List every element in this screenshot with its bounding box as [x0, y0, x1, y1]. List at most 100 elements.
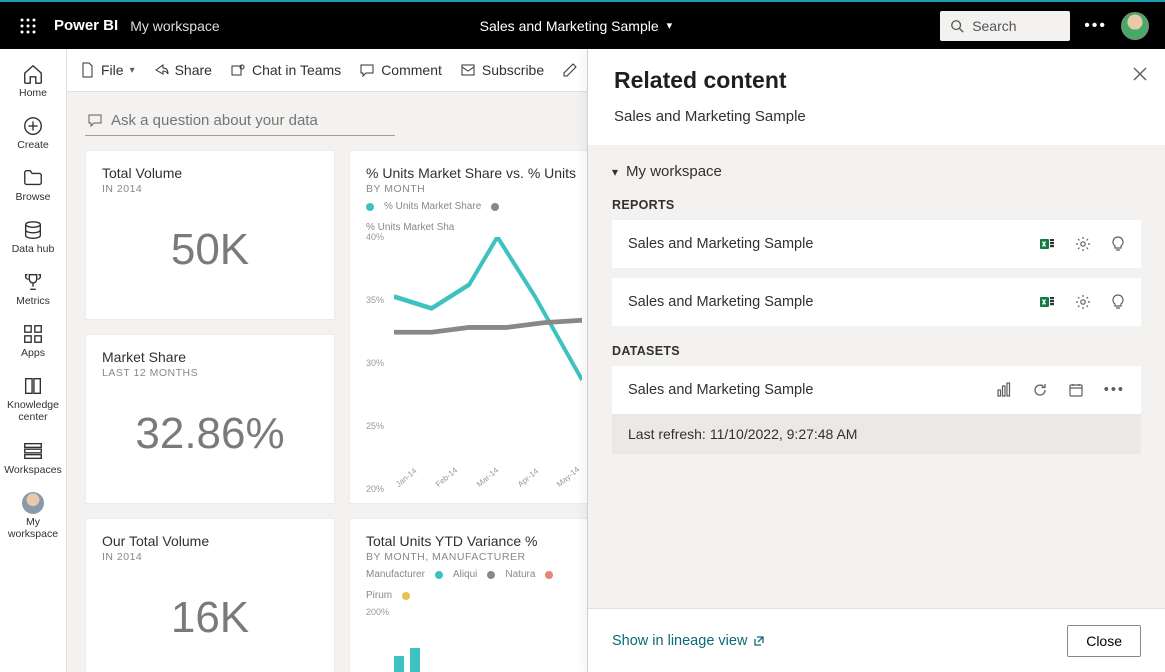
- search-placeholder: Search: [972, 18, 1016, 34]
- last-refresh-label: Last refresh:: [628, 426, 706, 442]
- nav-label: Create: [17, 139, 49, 151]
- reports-section-label: REPORTS: [612, 198, 1141, 212]
- book-icon: [22, 375, 44, 397]
- nav-label: Metrics: [16, 295, 50, 307]
- file-menu[interactable]: File ▾: [79, 62, 135, 78]
- chevron-down-icon[interactable]: ▾: [667, 19, 673, 32]
- analyze-excel-icon[interactable]: [1039, 294, 1055, 310]
- legend-dot-icon: [487, 571, 495, 579]
- more-icon[interactable]: •••: [1084, 17, 1107, 35]
- line-chart: [394, 237, 582, 475]
- comment-button[interactable]: Comment: [359, 62, 442, 78]
- file-icon: [79, 62, 95, 78]
- cmd-label: Chat in Teams: [252, 62, 341, 78]
- tile-total-volume[interactable]: Total Volume IN 2014 50K: [85, 150, 335, 320]
- nav-create[interactable]: Create: [3, 109, 63, 157]
- insights-icon[interactable]: [1111, 236, 1125, 252]
- pencil-icon: [562, 62, 578, 78]
- y-tick: 35%: [366, 295, 384, 305]
- y-tick: 200%: [366, 607, 582, 617]
- tile-subtitle: IN 2014: [102, 551, 318, 563]
- nav-label: My workspace: [3, 516, 63, 540]
- legend-label: Aliqui: [453, 569, 477, 580]
- analyze-excel-icon[interactable]: [1039, 236, 1055, 252]
- avatar-icon: [22, 492, 44, 514]
- tile-variance-chart[interactable]: Total Units YTD Variance % BY MONTH, MAN…: [349, 518, 599, 672]
- legend-dot-icon: [366, 203, 374, 211]
- subscribe-icon: [460, 62, 476, 78]
- subscribe-button[interactable]: Subscribe: [460, 62, 544, 78]
- more-icon[interactable]: •••: [1104, 382, 1125, 398]
- workspace-group-toggle[interactable]: ▾ My workspace: [612, 163, 1141, 180]
- related-report-item[interactable]: Sales and Marketing Sample: [612, 220, 1141, 268]
- close-button[interactable]: Close: [1067, 625, 1141, 657]
- nav-label: Apps: [21, 347, 45, 359]
- related-report-item[interactable]: Sales and Marketing Sample: [612, 278, 1141, 326]
- topbar: Power BI My workspace Sales and Marketin…: [0, 0, 1165, 49]
- chat-teams-button[interactable]: Chat in Teams: [230, 62, 341, 78]
- bar: [410, 648, 420, 672]
- workspace-breadcrumb[interactable]: My workspace: [130, 18, 219, 34]
- lineage-link[interactable]: Show in lineage view: [612, 633, 765, 649]
- x-axis: Jan-14 Feb-14 Mar-14 Apr-14 May-14: [394, 482, 582, 491]
- nav-metrics[interactable]: Metrics: [3, 265, 63, 313]
- share-button[interactable]: Share: [153, 62, 212, 78]
- close-icon[interactable]: [1133, 67, 1147, 86]
- search-icon: [950, 19, 964, 33]
- search-input[interactable]: Search: [940, 11, 1070, 41]
- cmd-label: Subscribe: [482, 62, 544, 78]
- related-dataset-item[interactable]: Sales and Marketing Sample •••: [612, 366, 1141, 414]
- legend-title: Manufacturer: [366, 569, 425, 580]
- edit-button[interactable]: [562, 62, 578, 78]
- qna-input[interactable]: [85, 106, 395, 136]
- trophy-icon: [22, 271, 44, 293]
- tile-value: 32.86%: [102, 379, 318, 489]
- refresh-icon[interactable]: [1032, 382, 1048, 398]
- cmd-label: File: [101, 62, 124, 78]
- bar: [394, 656, 404, 672]
- database-icon: [22, 219, 44, 241]
- teams-icon: [230, 62, 246, 78]
- waffle-icon[interactable]: [8, 18, 48, 34]
- related-content-panel: Related content Sales and Marketing Samp…: [587, 49, 1165, 672]
- apps-icon: [22, 323, 44, 345]
- tile-value: 50K: [102, 195, 318, 305]
- chevron-down-icon: ▾: [130, 65, 135, 76]
- home-icon: [22, 63, 44, 85]
- last-refresh-row: Last refresh: 11/10/2022, 9:27:48 AM: [612, 414, 1141, 454]
- brand: Power BI: [54, 17, 118, 34]
- y-tick: 40%: [366, 232, 384, 242]
- legend-dot-icon: [491, 203, 499, 211]
- nav-label: Knowledge center: [3, 399, 63, 423]
- tile-our-volume[interactable]: Our Total Volume IN 2014 16K: [85, 518, 335, 672]
- nav-label: Browse: [15, 191, 50, 203]
- nav-workspaces[interactable]: Workspaces: [3, 434, 63, 482]
- schedule-refresh-icon[interactable]: [1068, 382, 1084, 398]
- legend-dot-icon: [435, 571, 443, 579]
- bar-chart: [366, 617, 582, 672]
- nav-knowledge[interactable]: Knowledge center: [3, 369, 63, 429]
- page-title[interactable]: Sales and Marketing Sample: [480, 18, 659, 34]
- last-refresh-value: 11/10/2022, 9:27:48 AM: [710, 426, 858, 442]
- tile-market-share[interactable]: Market Share LAST 12 MONTHS 32.86%: [85, 334, 335, 504]
- nav-home[interactable]: Home: [3, 57, 63, 105]
- qna-icon: [87, 112, 103, 133]
- nav-browse[interactable]: Browse: [3, 161, 63, 209]
- settings-icon[interactable]: [1075, 294, 1091, 310]
- related-item-name: Sales and Marketing Sample: [628, 294, 813, 310]
- avatar[interactable]: [1121, 12, 1149, 40]
- nav-apps[interactable]: Apps: [3, 317, 63, 365]
- insights-icon[interactable]: [1111, 294, 1125, 310]
- chevron-down-icon: ▾: [612, 165, 618, 179]
- nav-myworkspace[interactable]: My workspace: [3, 486, 63, 546]
- y-tick: 30%: [366, 358, 384, 368]
- tile-title: Our Total Volume: [102, 533, 318, 549]
- tile-title: Total Units YTD Variance %: [366, 533, 582, 549]
- legend-dot-icon: [402, 592, 410, 600]
- tile-units-chart[interactable]: % Units Market Share vs. % Units BY MONT…: [349, 150, 599, 504]
- y-tick: 20%: [366, 484, 384, 494]
- main: File ▾ Share Chat in Teams Comment Subsc…: [67, 49, 1165, 672]
- nav-datahub[interactable]: Data hub: [3, 213, 63, 261]
- settings-icon[interactable]: [1075, 236, 1091, 252]
- impact-icon[interactable]: [996, 382, 1012, 398]
